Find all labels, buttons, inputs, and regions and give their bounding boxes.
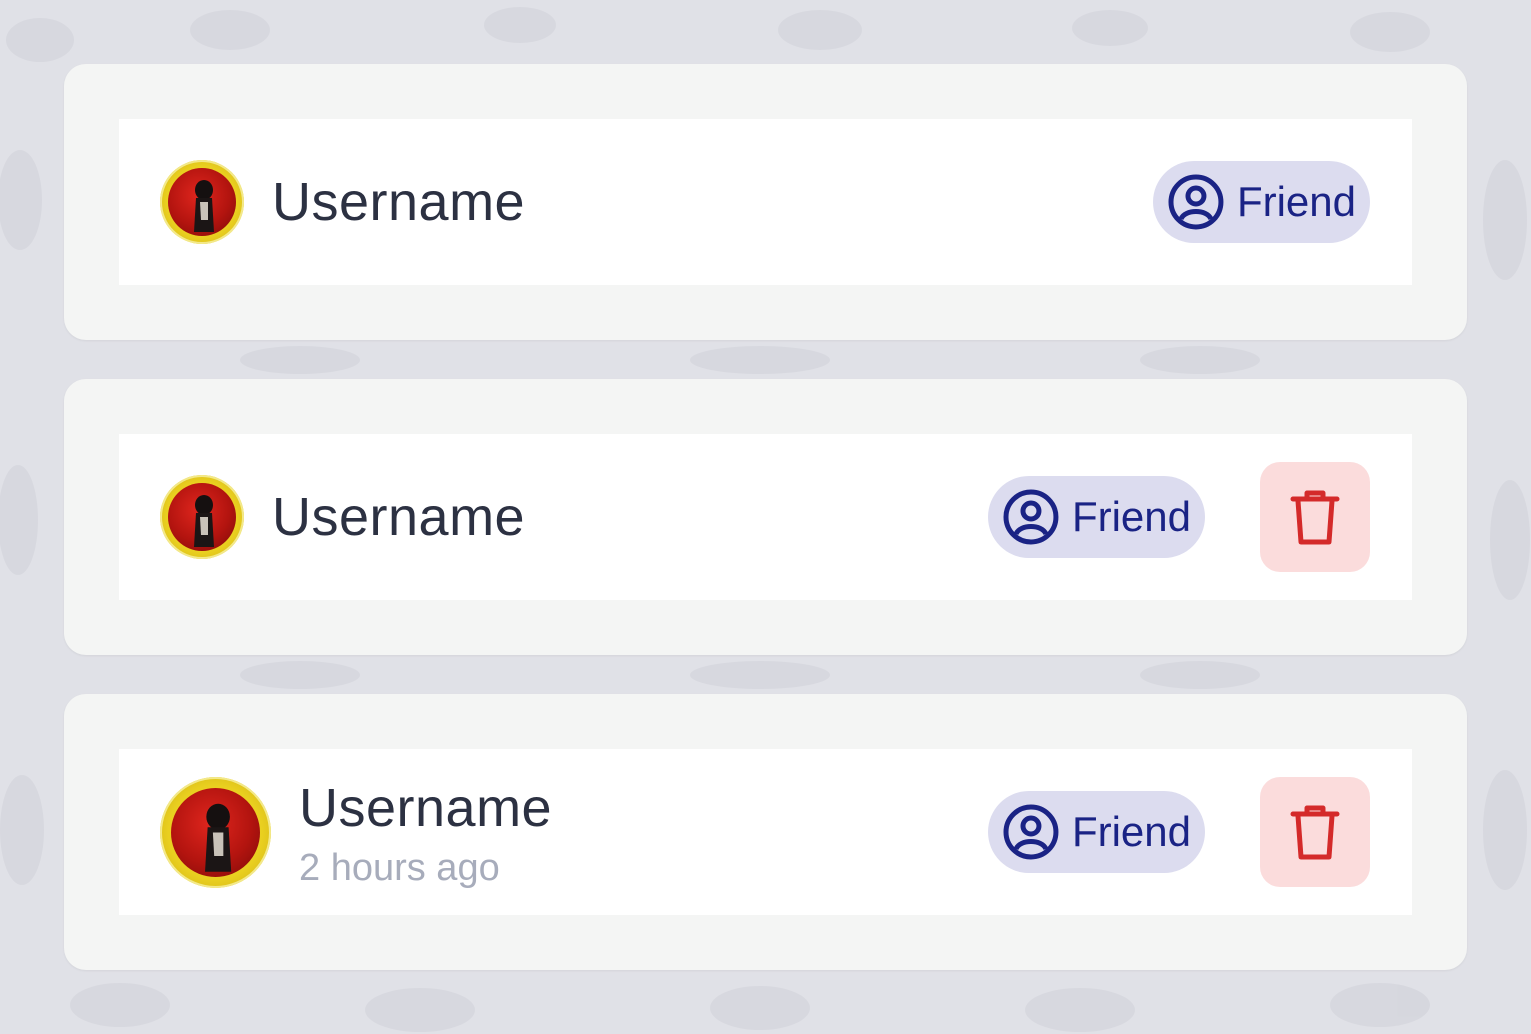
friend-row[interactable]: Username 2 hours ago Friend: [119, 749, 1412, 915]
delete-button[interactable]: [1260, 462, 1370, 572]
user-circle-icon: [1003, 489, 1059, 545]
friend-card: Username 2 hours ago Friend: [64, 694, 1467, 970]
friend-row[interactable]: Username Friend: [119, 119, 1412, 285]
avatar-photo: [168, 168, 236, 236]
friend-badge[interactable]: Friend: [988, 476, 1205, 558]
friend-card: Username Friend: [64, 379, 1467, 655]
trash-icon: [1290, 490, 1340, 545]
delete-button[interactable]: [1260, 777, 1370, 887]
avatar[interactable]: [160, 475, 244, 559]
friend-badge[interactable]: Friend: [988, 791, 1205, 873]
friend-badge-label: Friend: [1071, 493, 1191, 540]
friend-badge-label: Friend: [1071, 808, 1191, 855]
avatar[interactable]: [160, 777, 271, 888]
friend-badge[interactable]: Friend: [1153, 161, 1370, 243]
friend-row[interactable]: Username Friend: [119, 434, 1412, 600]
username: Username: [299, 778, 553, 838]
avatar-photo: [168, 483, 236, 551]
user-circle-icon: [1003, 804, 1059, 860]
username: Username: [272, 172, 526, 232]
trash-icon: [1290, 805, 1340, 860]
avatar[interactable]: [160, 160, 244, 244]
username: Username: [272, 487, 526, 547]
friend-card: Username Friend: [64, 64, 1467, 340]
timestamp: 2 hours ago: [299, 847, 500, 889]
avatar-photo: [171, 788, 260, 877]
friend-badge-label: Friend: [1236, 178, 1356, 225]
user-circle-icon: [1168, 174, 1224, 230]
